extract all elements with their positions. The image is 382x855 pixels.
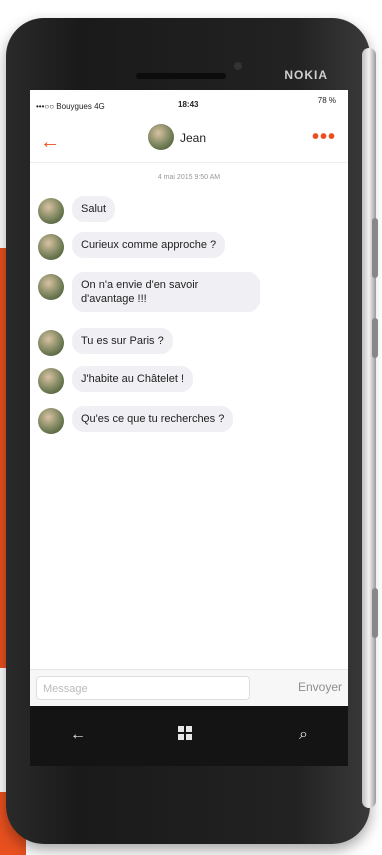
message-bubble[interactable]: Qu'es ce que tu recherches ? [72, 406, 234, 432]
brand-logo: NOKIA [284, 68, 328, 82]
phone-frame-edge [362, 48, 376, 808]
app-screen: •••○○ Bouygues 4G 18:43 78 % ← Jean ••• … [30, 90, 348, 766]
message-bubble[interactable]: Salut [72, 196, 116, 222]
battery-level: 78 % [317, 96, 336, 105]
avatar[interactable] [38, 234, 64, 260]
power-button [372, 318, 378, 358]
earpiece-speaker [136, 73, 226, 79]
windows-start-icon[interactable] [178, 726, 192, 745]
status-bar: •••○○ Bouygues 4G 18:43 78 % [30, 90, 348, 111]
arrow-left-icon[interactable]: ← [40, 132, 60, 152]
message-row: On n'a envie d'en savoir d'avantage !!! [38, 272, 260, 312]
windows-nav-bar: ← ⌕ [30, 706, 348, 766]
send-button[interactable]: Envoyer [298, 680, 342, 694]
message-bubble[interactable]: J'habite au Châtelet ! [72, 366, 194, 392]
front-camera [234, 62, 242, 70]
avatar[interactable] [38, 368, 64, 394]
message-bubble[interactable]: Tu es sur Paris ? [72, 328, 173, 354]
more-dots-icon[interactable]: ••• [312, 126, 336, 149]
contact-avatar[interactable] [148, 124, 174, 150]
back-arrow-icon[interactable]: ← [70, 726, 86, 744]
search-icon[interactable]: ⌕ [299, 726, 308, 744]
chat-header: ← Jean ••• [30, 114, 348, 163]
message-input[interactable]: Message [36, 676, 250, 700]
message-row: Tu es sur Paris ? [38, 328, 173, 356]
avatar[interactable] [38, 274, 64, 300]
avatar[interactable] [38, 408, 64, 434]
message-row: Salut [38, 196, 116, 224]
volume-button [372, 218, 378, 278]
avatar[interactable] [38, 198, 64, 224]
clock: 18:43 [178, 100, 199, 109]
message-bubble[interactable]: On n'a envie d'en savoir d'avantage !!! [72, 272, 260, 312]
phone-device: NOKIA •••○○ Bouygues 4G 18:43 78 % ← Jea… [6, 18, 378, 844]
contact-name[interactable]: Jean [180, 131, 206, 145]
avatar[interactable] [38, 330, 64, 356]
composer-bar: Message Envoyer [30, 669, 348, 706]
message-row: Qu'es ce que tu recherches ? [38, 406, 234, 434]
message-row: J'habite au Châtelet ! [38, 366, 194, 394]
message-row: Curieux comme approche ? [38, 232, 226, 260]
camera-button [372, 588, 378, 638]
message-bubble[interactable]: Curieux comme approche ? [72, 232, 226, 258]
conversation-date: 4 mai 2015 9:50 AM [157, 174, 221, 181]
carrier-label: •••○○ Bouygues 4G [36, 102, 105, 111]
